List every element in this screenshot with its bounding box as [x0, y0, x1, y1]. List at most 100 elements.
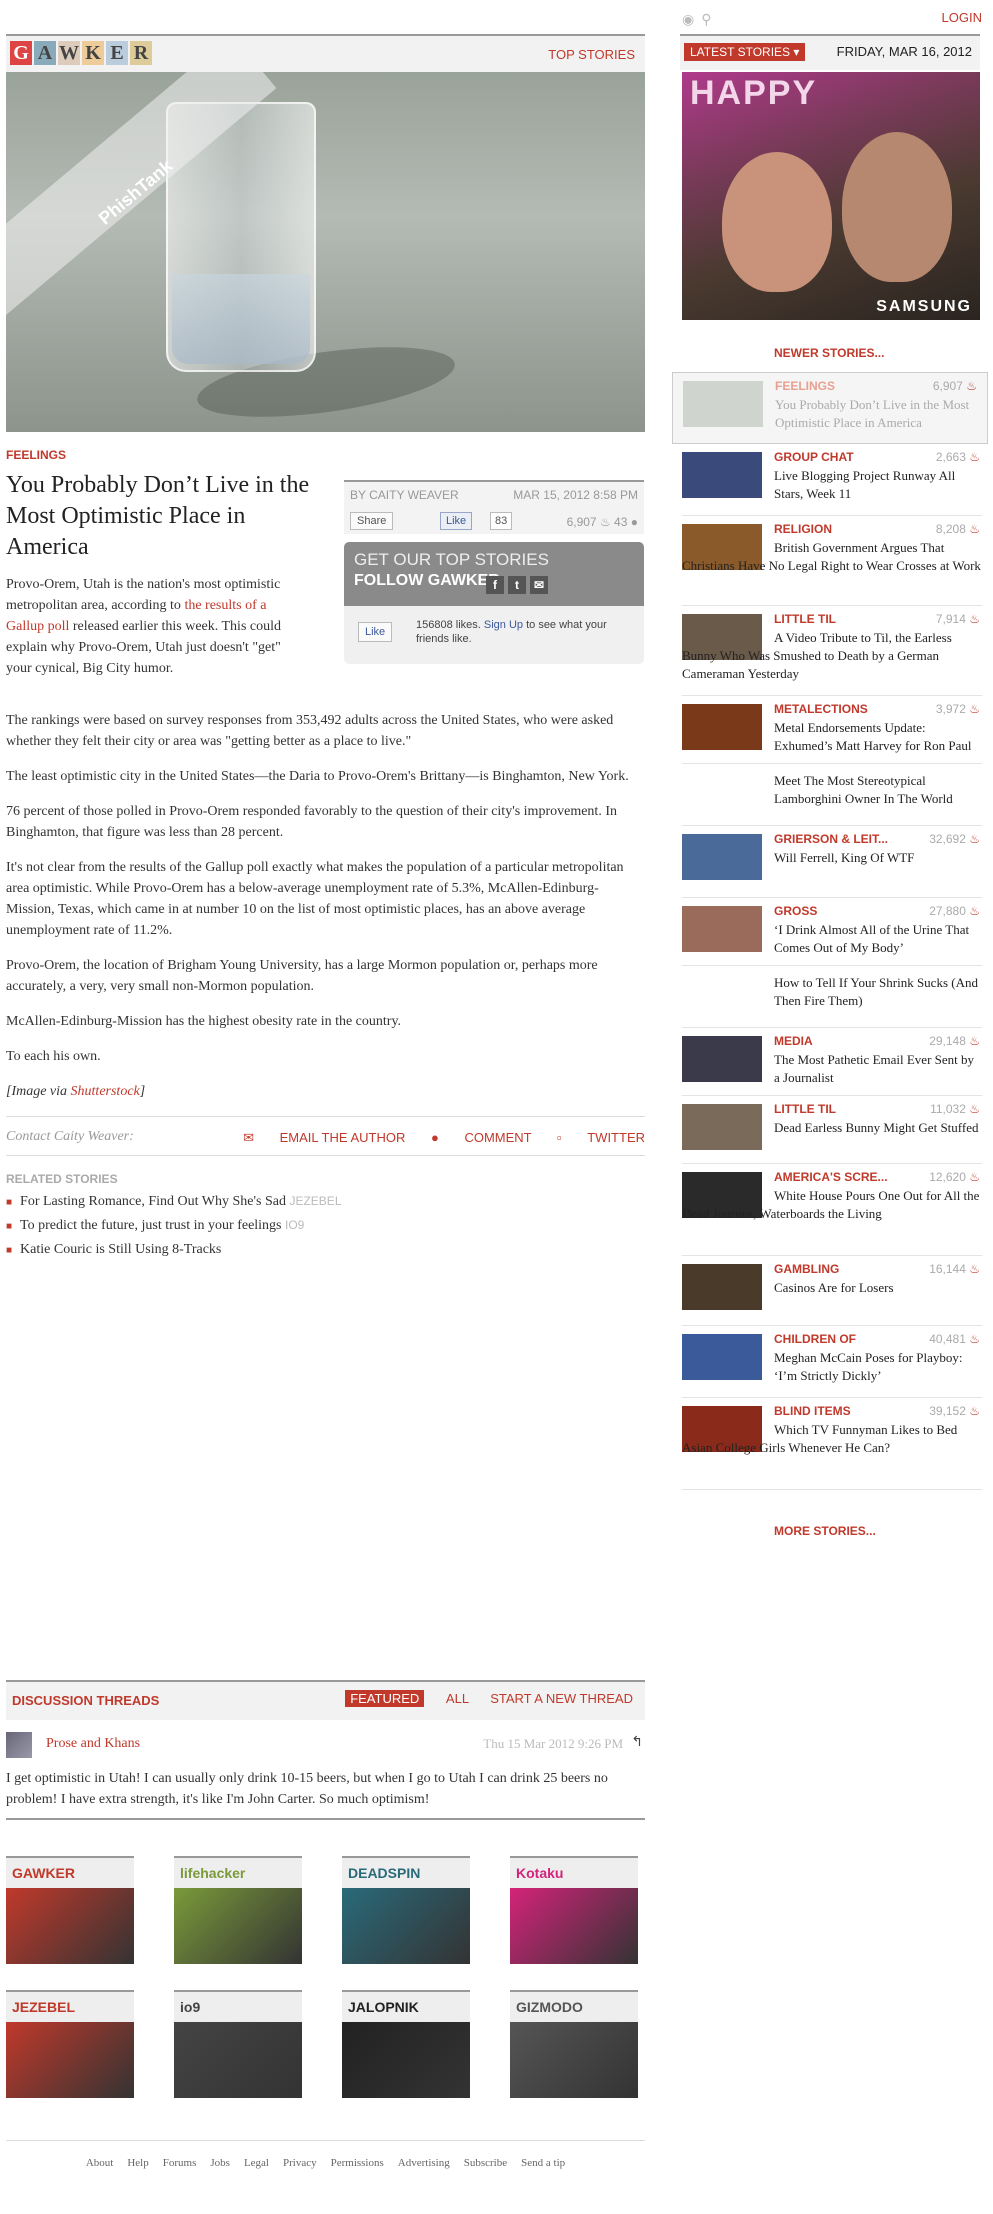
story-category[interactable]: GROSS: [774, 904, 817, 918]
story-category[interactable]: RELIGION: [774, 522, 832, 536]
footer-link[interactable]: Advertising: [398, 2157, 450, 2169]
sidebar-story[interactable]: CHILDREN OF 40,481 ♨ Meghan McCain Poses f…: [682, 1326, 982, 1398]
samsung-ad[interactable]: HAPPY SAMSUNG: [682, 72, 980, 320]
latest-stories-dropdown[interactable]: LATEST STORIES ▾: [684, 43, 806, 61]
reply-icon[interactable]: ↰: [631, 1734, 643, 1751]
newer-stories-link[interactable]: NEWER STORIES...: [774, 346, 884, 360]
footer-link[interactable]: Permissions: [331, 2157, 384, 2169]
related-item[interactable]: To predict the future, just trust in you…: [6, 1214, 645, 1238]
sidebar-story[interactable]: GROUP CHAT 2,663 ♨ Live Blogging Project R…: [682, 444, 982, 516]
byline[interactable]: BY CAITY WEAVER: [350, 488, 459, 502]
top-stories-link[interactable]: TOP STORIES: [548, 47, 635, 62]
more-stories-link[interactable]: MORE STORIES...: [774, 1524, 876, 1538]
story-title[interactable]: A Video Tribute to Til, the Earless Bunn…: [682, 629, 982, 683]
email-author-link[interactable]: ✉ EMAIL THE AUTHOR: [243, 1130, 405, 1145]
story-category[interactable]: AMERICA'S SCRE...: [774, 1170, 888, 1184]
footer-link[interactable]: Jobs: [210, 2157, 230, 2169]
facebook-like-button[interactable]: Like: [440, 512, 473, 530]
story-title[interactable]: Will Ferrell, King Of WTF: [774, 849, 980, 867]
story-thumbnail[interactable]: [682, 1264, 762, 1310]
share-button[interactable]: Share: [350, 512, 394, 530]
sidebar-story[interactable]: BLIND ITEMS 39,152 ♨ Which TV Funnyman Lik…: [682, 1398, 982, 1490]
story-thumbnail[interactable]: [683, 381, 763, 427]
story-category[interactable]: GAMBLING: [774, 1262, 839, 1276]
story-category[interactable]: LITTLE TIL: [774, 1102, 836, 1116]
story-thumbnail[interactable]: [682, 704, 762, 750]
story-title[interactable]: British Government Argues That Christian…: [682, 539, 982, 575]
twitter-link[interactable]: ▫ TWITTER: [557, 1130, 645, 1145]
story-title[interactable]: You Probably Don’t Live in the Most Opti…: [775, 396, 981, 432]
network-site-tile[interactable]: io9: [174, 1990, 302, 2098]
facebook-icon[interactable]: f: [486, 576, 504, 594]
gawker-logo[interactable]: G A W K E R: [10, 41, 154, 67]
story-thumbnail[interactable]: [682, 452, 762, 498]
story-title[interactable]: The Most Pathetic Email Ever Sent by a J…: [774, 1051, 980, 1087]
sidebar-story[interactable]: GAMBLING 16,144 ♨ Casinos Are for Losers: [682, 1256, 982, 1326]
tab-all[interactable]: ALL: [446, 1691, 469, 1706]
network-site-tile[interactable]: GAWKER: [6, 1856, 134, 1964]
story-thumbnail[interactable]: [682, 1334, 762, 1380]
shutterstock-link[interactable]: Shutterstock: [71, 1084, 140, 1099]
sidebar-story[interactable]: AMERICA'S SCRE... 12,620 ♨ White House Pou…: [682, 1164, 982, 1256]
footer-link[interactable]: Forums: [163, 2157, 197, 2169]
avatar[interactable]: [6, 1732, 32, 1758]
twitter-icon[interactable]: t: [508, 576, 526, 594]
article-category[interactable]: FEELINGS: [6, 448, 645, 462]
story-category[interactable]: MEDIA: [774, 1034, 813, 1048]
start-thread-button[interactable]: START A NEW THREAD: [490, 1691, 633, 1706]
fb-like-button[interactable]: Like: [358, 622, 393, 642]
story-title[interactable]: Casinos Are for Losers: [774, 1279, 980, 1297]
login-link[interactable]: LOGIN: [942, 10, 982, 25]
story-title[interactable]: Meet The Most Stereotypical Lamborghini …: [774, 772, 980, 808]
story-title[interactable]: ‘I Drink Almost All of the Urine That Co…: [774, 921, 980, 957]
sidebar-story[interactable]: METALECTIONS 3,972 ♨ Metal Endorsements Up…: [682, 696, 982, 764]
related-item[interactable]: For Lasting Romance, Find Out Why She's …: [6, 1190, 645, 1214]
story-title[interactable]: How to Tell If Your Shrink Sucks (And Th…: [774, 974, 980, 1010]
footer-link[interactable]: Legal: [244, 2157, 269, 2169]
story-thumbnail[interactable]: [682, 1104, 762, 1150]
story-title[interactable]: White House Pours One Out for All the De…: [682, 1187, 982, 1223]
footer-link[interactable]: Subscribe: [464, 2157, 507, 2169]
network-site-tile[interactable]: JEZEBEL: [6, 1990, 134, 2098]
story-thumbnail[interactable]: [682, 906, 762, 952]
story-category[interactable]: LITTLE TIL: [774, 612, 836, 626]
sidebar-story[interactable]: MEDIA 29,148 ♨ The Most Pathetic Email Eve…: [682, 1028, 982, 1096]
footer-link[interactable]: Help: [127, 2157, 148, 2169]
story-category[interactable]: GROUP CHAT: [774, 450, 854, 464]
sidebar-story[interactable]: LITTLE TIL 7,914 ♨ A Video Tribute to Til,…: [682, 606, 982, 696]
footer-link[interactable]: Send a tip: [521, 2157, 565, 2169]
sidebar-story[interactable]: How to Tell If Your Shrink Sucks (And Th…: [682, 966, 982, 1028]
story-category[interactable]: GRIERSON & LEIT...: [774, 832, 888, 846]
story-category[interactable]: METALECTIONS: [774, 702, 868, 716]
sidebar-story[interactable]: RELIGION 8,208 ♨ British Government Argues…: [682, 516, 982, 606]
network-site-tile[interactable]: GIZMODO: [510, 1990, 638, 2098]
comment-author[interactable]: Prose and Khans: [46, 1736, 140, 1752]
comment-count[interactable]: 43: [614, 515, 627, 529]
eye-icon[interactable]: ◉: [682, 13, 694, 28]
sidebar-story[interactable]: LITTLE TIL 11,032 ♨ Dead Earless Bunny Mig…: [682, 1096, 982, 1164]
tab-featured[interactable]: FEATURED: [345, 1690, 425, 1707]
sidebar-story[interactable]: GRIERSON & LEIT... 32,692 ♨ Will Ferrell, …: [682, 826, 982, 898]
network-site-tile[interactable]: JALOPNIK: [342, 1990, 470, 2098]
sidebar-story[interactable]: Meet The Most Stereotypical Lamborghini …: [682, 764, 982, 826]
fb-signup-link[interactable]: Sign Up: [484, 619, 523, 631]
network-site-tile[interactable]: lifehacker: [174, 1856, 302, 1964]
story-thumbnail[interactable]: [682, 834, 762, 880]
footer-link[interactable]: About: [86, 2157, 114, 2169]
story-title[interactable]: Meghan McCain Poses for Playboy: ‘I’m St…: [774, 1349, 980, 1385]
comment-link[interactable]: ● COMMENT: [431, 1130, 531, 1145]
story-category[interactable]: FEELINGS: [775, 379, 835, 393]
story-title[interactable]: Live Blogging Project Runway All Stars, …: [774, 467, 980, 503]
search-icon[interactable]: ⚲: [701, 13, 711, 28]
story-category[interactable]: BLIND ITEMS: [774, 1404, 851, 1418]
related-item[interactable]: Katie Couric is Still Using 8-Tracks: [6, 1238, 645, 1262]
footer-link[interactable]: Privacy: [283, 2157, 317, 2169]
sidebar-story[interactable]: GROSS 27,880 ♨ ‘I Drink Almost All of the …: [682, 898, 982, 966]
story-title[interactable]: Dead Earless Bunny Might Get Stuffed: [774, 1119, 980, 1137]
network-site-tile[interactable]: Kotaku: [510, 1856, 638, 1964]
story-thumbnail[interactable]: [682, 1036, 762, 1082]
story-title[interactable]: Metal Endorsements Update: Exhumed’s Mat…: [774, 719, 980, 755]
story-title[interactable]: Which TV Funnyman Likes to Bed Asian Col…: [682, 1421, 982, 1457]
sidebar-story[interactable]: FEELINGS 6,907 ♨ You Probably Don’t Live i…: [672, 372, 988, 444]
network-site-tile[interactable]: DEADSPIN: [342, 1856, 470, 1964]
